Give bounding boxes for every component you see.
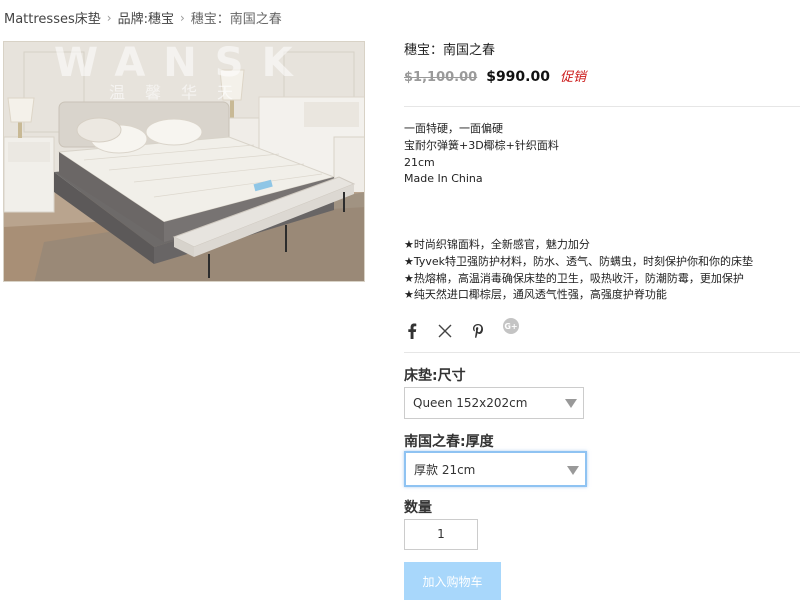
chevron-right-icon: ›	[106, 10, 112, 25]
price-row: $1,100.00 $990.00 促销	[404, 66, 586, 85]
breadcrumb-link-mattresses[interactable]: Mattresses床垫	[4, 8, 101, 27]
original-price: $1,100.00	[404, 70, 478, 85]
add-to-cart-button[interactable]: 加入购物车	[404, 562, 501, 600]
svg-text:温馨华天: 温馨华天	[109, 83, 253, 102]
facebook-icon[interactable]	[404, 323, 420, 339]
pinterest-icon[interactable]	[470, 323, 486, 339]
chevron-down-icon	[567, 466, 579, 475]
promo-badge: 促销	[559, 70, 586, 85]
feature-list: ★时尚织锦面料，全新感官，魅力加分 ★Tyvek特卫强防护材料，防水、透气、防螨…	[404, 237, 753, 304]
product-image[interactable]: WANSK 温馨华天	[3, 41, 365, 282]
share-bar: G+	[404, 318, 536, 344]
breadcrumb-link-brand[interactable]: 品牌:穗宝	[118, 8, 174, 27]
product-title: 穗宝：南国之春	[404, 43, 496, 58]
feature-item: ★纯天然进口椰棕层，通风透气性强，高强度护脊功能	[404, 288, 667, 302]
size-select-value: Queen 152x202cm	[413, 396, 528, 410]
svg-text:G+: G+	[504, 322, 517, 331]
sale-price: $990.00	[486, 69, 550, 85]
x-icon[interactable]	[437, 323, 453, 339]
chevron-right-icon: ›	[179, 10, 185, 25]
google-plus-icon[interactable]: G+	[503, 318, 519, 334]
quantity-input[interactable]: 1	[404, 519, 478, 550]
thickness-select-value: 厚款 21cm	[414, 462, 476, 477]
product-description: 一面特硬，一面偏硬 宝耐尔弹簧+3D椰棕+针织面料 21cm Made In C…	[404, 121, 559, 188]
description-line: 21cm	[404, 155, 435, 169]
breadcrumb-current: 穗宝：南国之春	[190, 12, 282, 27]
description-line: Made In China	[404, 172, 483, 186]
description-line: 宝耐尔弹簧+3D椰棕+针织面料	[404, 138, 559, 152]
svg-text:WANSK: WANSK	[54, 42, 311, 86]
chevron-down-icon	[565, 399, 577, 408]
quantity-label: 数量	[404, 500, 432, 516]
breadcrumb: Mattresses床垫 › 品牌:穗宝 › 穗宝：南国之春	[4, 8, 282, 28]
divider	[404, 106, 800, 107]
thickness-label: 南国之春:厚度	[404, 434, 494, 450]
size-label: 床垫:尺寸	[404, 368, 466, 384]
feature-item: ★热熔棉，高温消毒确保床垫的卫生，吸热收汗，防潮防霉，更加保护	[404, 271, 744, 285]
divider	[404, 352, 800, 353]
feature-item: ★时尚织锦面料，全新感官，魅力加分	[404, 238, 590, 251]
description-line: 一面特硬，一面偏硬	[404, 122, 503, 135]
thickness-select[interactable]: 厚款 21cm	[404, 451, 587, 487]
feature-item: ★Tyvek特卫强防护材料，防水、透气、防螨虫，时刻保护你和你的床垫	[404, 254, 754, 268]
size-select[interactable]: Queen 152x202cm	[404, 387, 584, 419]
